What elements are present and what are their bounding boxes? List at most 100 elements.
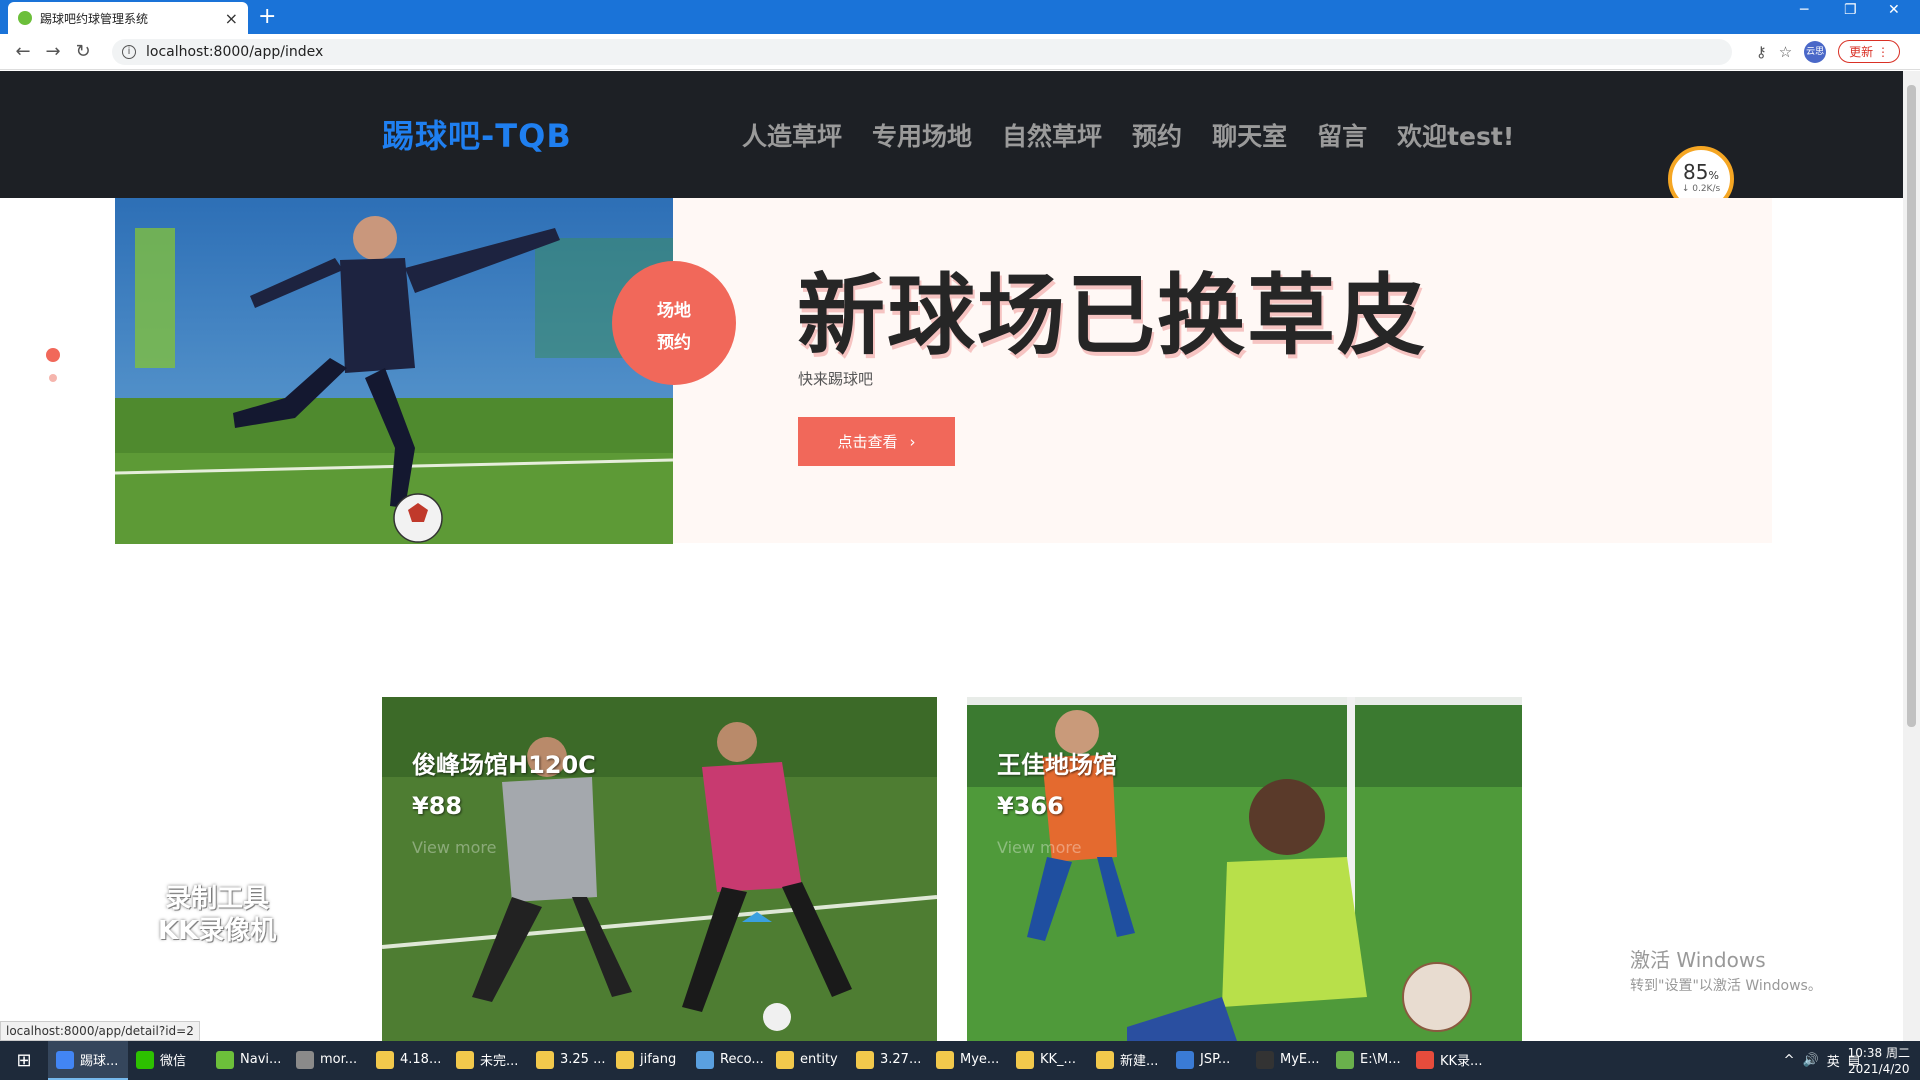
app-icon	[1096, 1050, 1114, 1069]
nav-booking[interactable]: 预约	[1132, 117, 1182, 153]
address-bar[interactable]: i localhost:8000/app/index	[112, 39, 1732, 65]
update-button[interactable]: 更新 ⋮	[1838, 40, 1900, 63]
nav-welcome-user[interactable]: 欢迎test!	[1397, 117, 1514, 153]
info-icon[interactable]: i	[122, 45, 136, 59]
app-icon	[56, 1050, 74, 1069]
star-icon[interactable]: ☆	[1779, 43, 1792, 61]
taskbar-item-label: 微信	[160, 1054, 187, 1069]
speed-unit: %	[1708, 169, 1719, 182]
tab-title: 踢球吧约球管理系统	[40, 11, 149, 26]
venue-booking-badge[interactable]: 场地 预约	[612, 261, 736, 385]
url-text[interactable]: localhost:8000/app/index	[146, 44, 323, 60]
windows-taskbar: ⊞ 踢球... 微信 Navi... mor... 4.18... 未完... 3.25 .…	[0, 1041, 1920, 1080]
taskbar-item-label: mor...	[320, 1052, 358, 1067]
browser-tab[interactable]: 踢球吧约球管理系统 ×	[8, 2, 248, 34]
app-icon	[1416, 1050, 1434, 1069]
restore-icon[interactable]: ❐	[1844, 2, 1857, 18]
activation-subtitle: 转到"设置"以激活 Windows。	[1630, 978, 1822, 994]
card-view-more-link[interactable]: View more	[997, 838, 1117, 857]
back-icon[interactable]: ←	[8, 41, 38, 62]
nav-messages[interactable]: 留言	[1317, 117, 1367, 153]
forward-icon[interactable]: →	[38, 41, 68, 62]
speed-value: 85	[1683, 160, 1709, 184]
app-icon	[376, 1050, 394, 1069]
tab-close-button[interactable]: ×	[225, 9, 238, 28]
app-icon	[1176, 1050, 1194, 1069]
taskbar-item[interactable]: E:\M...	[1328, 1041, 1408, 1080]
venue-card[interactable]: 俊峰场馆H120C ¥88 View more	[382, 697, 937, 1041]
taskbar-item-label: Reco...	[720, 1052, 764, 1067]
tray-expand-icon[interactable]: ^	[1784, 1053, 1795, 1068]
app-icon	[1336, 1050, 1354, 1069]
taskbar-item-label: Mye...	[960, 1052, 1000, 1067]
hero-player-image	[115, 198, 673, 544]
profile-avatar[interactable]: 云思	[1804, 40, 1827, 63]
site-logo[interactable]: 踢球吧-TQB	[382, 111, 572, 157]
activation-title: 激活 Windows	[1630, 948, 1766, 972]
taskbar-item[interactable]: KK录...	[1408, 1041, 1488, 1080]
volume-icon[interactable]: 🔊	[1803, 1053, 1819, 1068]
nav-natural-turf[interactable]: 自然草坪	[1002, 117, 1102, 153]
taskbar-item[interactable]: 新建...	[1088, 1041, 1168, 1080]
venue-card[interactable]: 王佳地场馆 ¥366 View more	[967, 697, 1522, 1041]
card-price: ¥88	[412, 792, 463, 820]
windows-start-icon[interactable]: ⊞	[0, 1050, 48, 1071]
nav-artificial-turf[interactable]: 人造草坪	[742, 117, 842, 153]
taskbar-item[interactable]: 踢球...	[48, 1041, 128, 1080]
key-icon[interactable]: ⚷	[1756, 43, 1767, 61]
link-status-bar: localhost:8000/app/detail?id=2	[0, 1021, 200, 1041]
windows-activation-notice: 激活 Windows 转到"设置"以激活 Windows。	[1630, 944, 1822, 995]
carousel-dot[interactable]	[49, 374, 57, 382]
taskbar-item-label: 4.18...	[400, 1052, 442, 1067]
app-icon	[1016, 1050, 1034, 1069]
taskbar-item[interactable]: 4.18...	[368, 1041, 448, 1080]
taskbar-item[interactable]: MyE...	[1248, 1041, 1328, 1080]
taskbar-item[interactable]: entity	[768, 1041, 848, 1080]
reload-icon[interactable]: ↻	[68, 41, 98, 62]
minimize-icon[interactable]: ─	[1800, 2, 1808, 18]
hero-title: 新球场已换草皮	[797, 264, 1428, 367]
app-icon	[936, 1050, 954, 1069]
ime-indicator[interactable]: 英	[1827, 1051, 1840, 1070]
app-icon	[216, 1050, 234, 1069]
taskbar-item[interactable]: Reco...	[688, 1041, 768, 1080]
app-icon	[296, 1050, 314, 1069]
taskbar-item[interactable]: Navi...	[208, 1041, 288, 1080]
clock-date: 2021/4/20	[1848, 1062, 1910, 1076]
page-scrollbar[interactable]	[1903, 71, 1920, 1041]
app-icon	[456, 1050, 474, 1069]
view-details-button[interactable]: 点击查看 ›	[798, 417, 955, 466]
carousel-dot-active[interactable]	[46, 348, 60, 362]
app-icon	[696, 1050, 714, 1069]
taskbar-item[interactable]: JSP...	[1168, 1041, 1248, 1080]
badge-line2: 预约	[657, 333, 691, 353]
recorder-watermark: 录制工具 KK录像机	[158, 883, 276, 947]
taskbar-item[interactable]: jifang	[608, 1041, 688, 1080]
clock-time: 10:38 周二	[1847, 1046, 1910, 1060]
taskbar-item[interactable]: 未完...	[448, 1041, 528, 1080]
new-tab-button[interactable]: +	[258, 4, 276, 30]
taskbar-item[interactable]: 微信	[128, 1041, 208, 1080]
taskbar-item-label: 未完...	[480, 1054, 519, 1069]
app-icon	[616, 1050, 634, 1069]
taskbar-clock[interactable]: 10:38 周二 2021/4/20	[1848, 1045, 1910, 1077]
taskbar-item[interactable]: mor...	[288, 1041, 368, 1080]
close-window-icon[interactable]: ✕	[1888, 2, 1900, 18]
badge-line1: 场地	[657, 301, 691, 321]
card-view-more-link[interactable]: View more	[412, 838, 596, 857]
taskbar-item[interactable]: 3.25 ...	[528, 1041, 608, 1080]
scrollbar-thumb[interactable]	[1907, 85, 1916, 727]
taskbar-item[interactable]: KK_...	[1008, 1041, 1088, 1080]
app-icon	[536, 1050, 554, 1069]
watermark-line1: 录制工具	[165, 884, 270, 914]
app-icon	[136, 1050, 154, 1069]
taskbar-item-label: 3.27...	[880, 1052, 922, 1067]
nav-dedicated-venue[interactable]: 专用场地	[872, 117, 972, 153]
taskbar-item-label: MyE...	[1280, 1052, 1320, 1067]
nav-chatroom[interactable]: 聊天室	[1212, 117, 1287, 153]
browser-tab-strip: 踢球吧约球管理系统 × + ─ ❐ ✕	[0, 0, 1920, 34]
taskbar-item-label: 新建...	[1120, 1054, 1159, 1069]
taskbar-item-label: KK录...	[1440, 1054, 1483, 1069]
taskbar-item[interactable]: 3.27...	[848, 1041, 928, 1080]
taskbar-item[interactable]: Mye...	[928, 1041, 1008, 1080]
